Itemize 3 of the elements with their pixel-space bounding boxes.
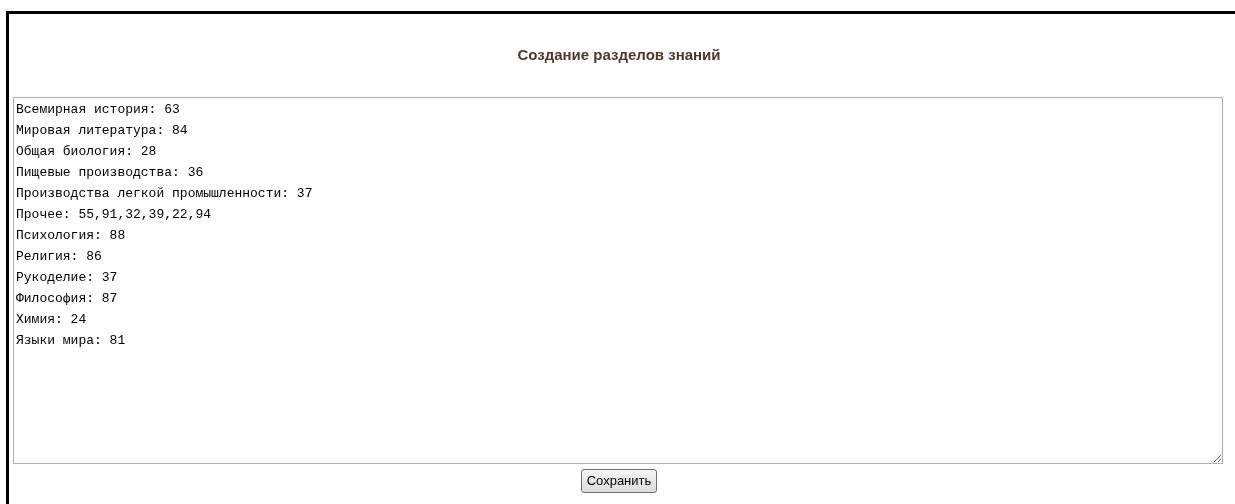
form-title: Создание разделов знаний [517,45,721,66]
sections-text-area[interactable]: Всемирная история: 63 Мировая литература: 84 Общая биология: 28 Пищевые производства: 36 Производства легкой промышленности: 37 Прочее: 55,91,32,39,22,94 Психология: 88 Религия: 86 Рукоделие: 37 Философия: 87 Химия: 24 Языки мира: 81 [13,97,1223,464]
save-button[interactable]: Сохранить [580,469,658,493]
